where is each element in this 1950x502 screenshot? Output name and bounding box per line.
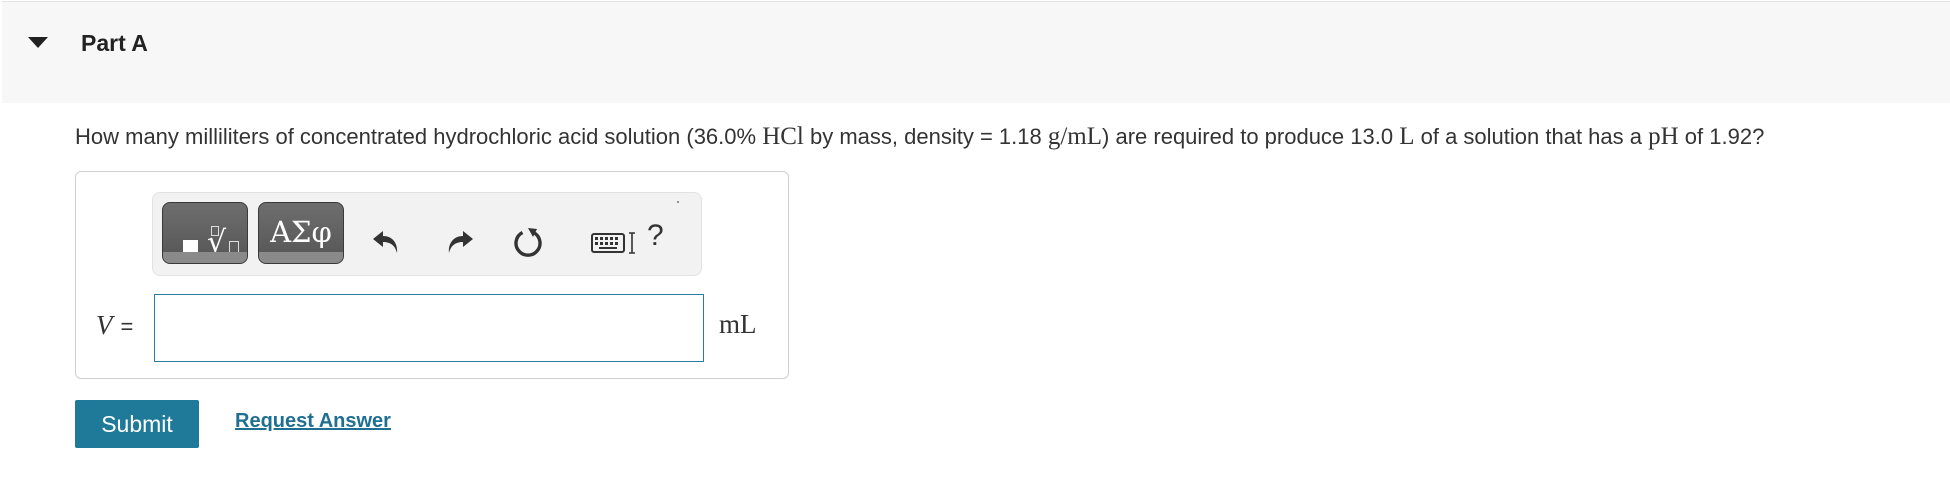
answer-input[interactable] [154, 294, 704, 362]
question-text-4: of a solution that has a [1414, 124, 1649, 149]
symbols-label: ΑΣφ [270, 215, 332, 249]
question-text: How many milliliters of concentrated hyd… [75, 121, 1764, 153]
symbols-button[interactable]: ΑΣφ [258, 202, 344, 264]
equals-sign: = [120, 314, 134, 339]
question-math-1: HCl [762, 123, 804, 150]
variable-name: V [96, 310, 113, 340]
question-text-5: of 1.92? [1678, 124, 1765, 149]
submit-button[interactable]: Submit [75, 400, 199, 448]
math-toolbar: √ ΑΣφ ? [152, 192, 702, 276]
redo-icon [448, 231, 473, 253]
page: Part A How many milliliters of concentra… [0, 0, 1950, 502]
redo-button[interactable] [441, 224, 477, 260]
reset-icon [514, 228, 542, 257]
answer-panel: √ ΑΣφ ? V = mL [75, 171, 789, 379]
undo-icon [373, 231, 398, 253]
request-answer-link[interactable]: Request Answer [235, 410, 391, 433]
reset-button[interactable] [510, 224, 546, 260]
keyboard-button[interactable] [590, 224, 638, 260]
question-math-4: pH [1648, 123, 1679, 150]
variable-label: V = [96, 310, 133, 341]
keyboard-icon [591, 232, 635, 254]
question-text-1: How many milliliters of concentrated hyd… [75, 124, 763, 149]
unit-label: mL [719, 309, 757, 339]
toolbar-dot [677, 201, 679, 203]
help-button[interactable]: ? [647, 219, 673, 259]
caret-down-icon[interactable] [28, 37, 48, 48]
question-text-2: by mass, density = 1.18 [803, 124, 1048, 149]
question-math-2: g/mL [1047, 123, 1103, 150]
undo-button[interactable] [369, 224, 405, 260]
question-text-3: ) are required to produce 13.0 [1102, 124, 1400, 149]
part-title: Part A [81, 30, 148, 56]
templates-button[interactable]: √ [162, 202, 248, 264]
question-math-3: L [1399, 123, 1415, 150]
part-header[interactable]: Part A [2, 1, 1950, 103]
